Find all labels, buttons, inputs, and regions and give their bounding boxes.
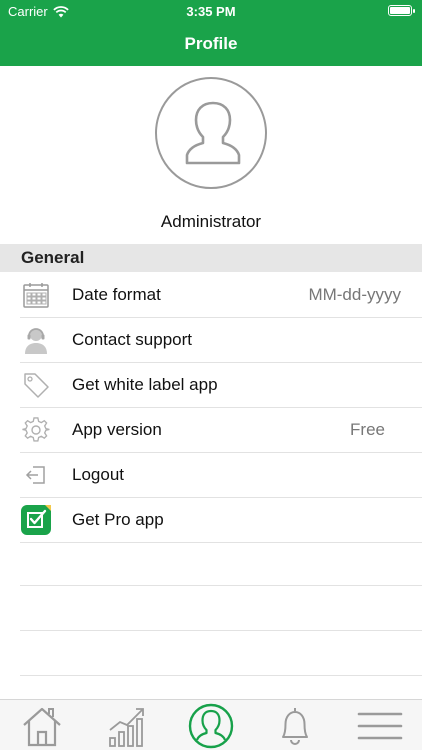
white-label-row[interactable]: Get white label app [0, 362, 422, 408]
date-format-label: Date format [72, 285, 161, 304]
stats-tab[interactable] [103, 704, 151, 748]
logout-label: Logout [72, 465, 124, 484]
pro-app-icon [20, 504, 52, 536]
get-pro-app-label: Get Pro app [72, 510, 164, 529]
battery-icon [388, 5, 415, 16]
date-format-value: MM-dd-yyyy [308, 285, 401, 304]
page-title: Profile [184, 34, 238, 53]
row-divider [20, 542, 422, 543]
user-icon [188, 703, 234, 749]
tag-icon [20, 369, 52, 401]
menu-tab[interactable] [356, 704, 404, 748]
avatar[interactable] [155, 77, 267, 189]
empty-row-divider [20, 585, 422, 586]
contact-support-row[interactable]: Contact support [0, 317, 422, 363]
tab-bar [0, 699, 422, 750]
home-tab[interactable] [18, 704, 66, 748]
gear-icon [20, 414, 52, 446]
user-silhouette-icon [185, 101, 241, 165]
white-label-label: Get white label app [72, 375, 218, 394]
app-version-label: App version [72, 420, 162, 439]
get-pro-app-row[interactable]: Get Pro app [0, 497, 422, 543]
contact-support-label: Contact support [72, 330, 193, 349]
home-icon [23, 707, 61, 747]
clock: 3:35 PM [186, 4, 236, 19]
chart-icon [109, 708, 144, 747]
empty-row-divider [20, 675, 422, 676]
app-version-value: Free [350, 420, 385, 439]
hamburger-icon [357, 712, 403, 740]
profile-tab[interactable] [187, 703, 235, 749]
notifications-tab[interactable] [271, 704, 319, 748]
section-header-general: General [0, 244, 422, 272]
support-agent-icon [20, 324, 52, 356]
username-label: Administrator [160, 212, 262, 231]
date-format-row[interactable]: Date format MM-dd-yyyy [0, 272, 422, 318]
calendar-icon [20, 279, 52, 311]
status-bar: Carrier 3:35 PM [0, 0, 422, 22]
app-version-row[interactable]: App version Free [0, 407, 422, 453]
empty-row-divider [20, 630, 422, 631]
nav-bar: Profile [0, 22, 422, 66]
bell-icon [282, 708, 308, 745]
logout-icon [20, 459, 52, 491]
logout-row[interactable]: Logout [0, 452, 422, 498]
